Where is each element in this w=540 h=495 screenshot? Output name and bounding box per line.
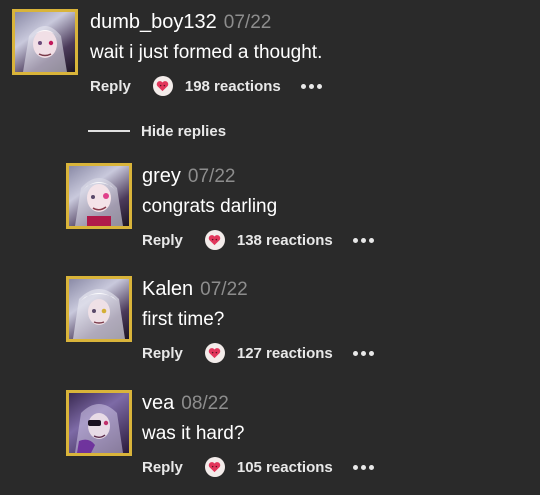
comment-date: 07/22 — [223, 12, 272, 33]
heart-face-icon[interactable] — [152, 76, 173, 96]
avatar-portrait — [73, 289, 125, 339]
comment-date: 08/22 — [181, 393, 229, 414]
comment-actions: Reply 198 reactions — [90, 74, 322, 98]
heart-face-icon[interactable] — [204, 230, 225, 250]
comment-actions: Reply 127 reactions — [142, 341, 374, 365]
hide-replies-label: Hide replies — [141, 122, 227, 140]
comment-date: 07/22 — [200, 279, 248, 300]
more-dots-icon[interactable] — [352, 350, 374, 356]
reaction-count[interactable]: 198 reactions — [185, 78, 281, 95]
hide-replies-button[interactable]: Hide replies — [88, 122, 226, 140]
comment-text: first time? — [142, 309, 225, 330]
more-dots-icon[interactable] — [352, 237, 374, 243]
reply-button[interactable]: Reply — [142, 232, 183, 249]
comment-actions: Reply 138 reactions — [142, 228, 374, 252]
avatar[interactable] — [12, 9, 78, 75]
avatar[interactable] — [66, 390, 132, 456]
avatar[interactable] — [66, 163, 132, 229]
heart-face-icon[interactable] — [204, 343, 225, 363]
avatar-portrait — [75, 404, 123, 453]
username[interactable]: grey — [142, 165, 181, 187]
divider-line — [88, 130, 130, 132]
heart-face-icon[interactable] — [204, 457, 225, 477]
avatar[interactable] — [66, 276, 132, 342]
username[interactable]: dumb_boy132 — [90, 11, 217, 33]
reaction-count[interactable]: 127 reactions — [237, 345, 333, 362]
reaction-count[interactable]: 105 reactions — [237, 459, 333, 476]
reaction-count[interactable]: 138 reactions — [237, 232, 333, 249]
comment-text: wait i just formed a thought. — [90, 42, 323, 63]
username[interactable]: Kalen — [142, 278, 193, 300]
comment-text: was it hard? — [142, 423, 245, 444]
avatar-portrait — [23, 26, 67, 72]
username[interactable]: vea — [142, 392, 174, 414]
more-dots-icon[interactable] — [352, 464, 374, 470]
avatar-portrait — [75, 178, 123, 226]
reply-button[interactable]: Reply — [142, 459, 183, 476]
more-dots-icon[interactable] — [300, 83, 322, 89]
comment-date: 07/22 — [187, 166, 236, 187]
comment-text: congrats darling — [142, 196, 278, 217]
comment-actions: Reply 105 reactions — [142, 455, 374, 479]
reply-button[interactable]: Reply — [90, 78, 131, 95]
reply-button[interactable]: Reply — [142, 345, 183, 362]
